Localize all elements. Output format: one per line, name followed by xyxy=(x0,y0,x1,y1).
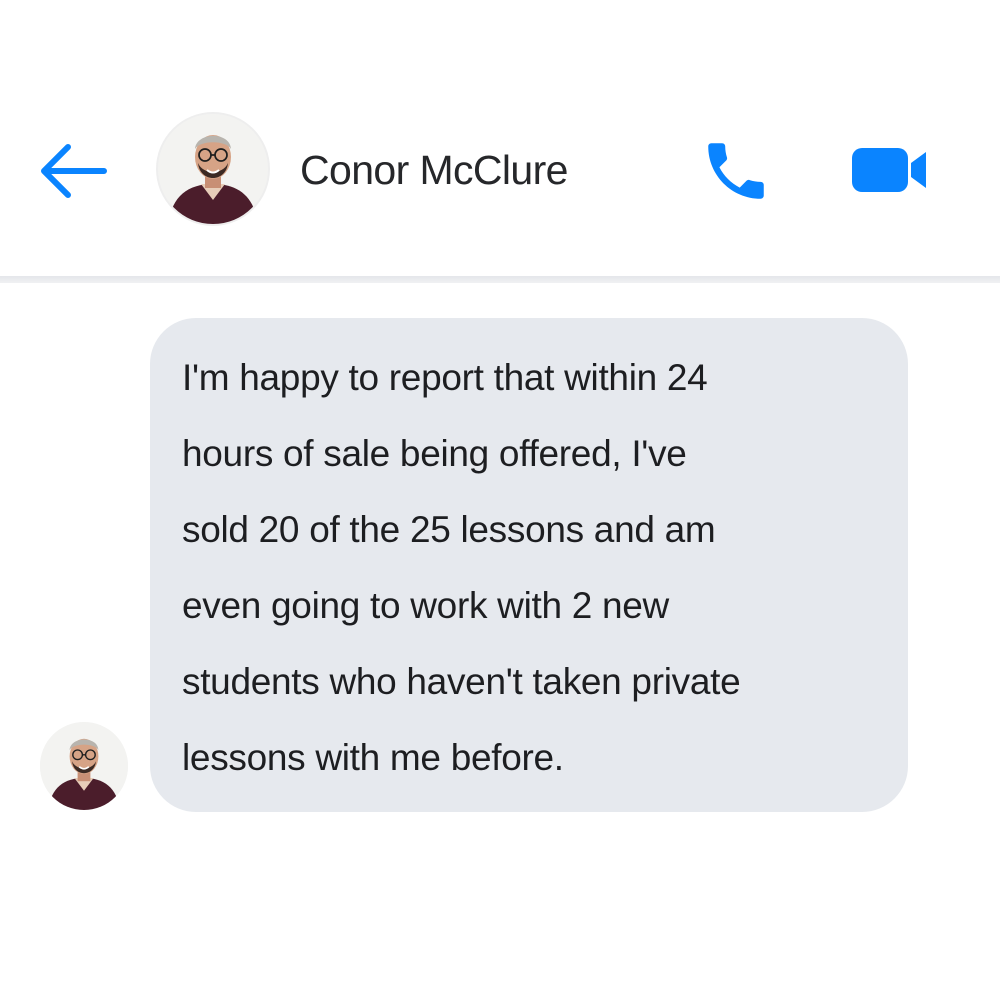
message-line: hours of sale being offered, I've xyxy=(182,433,687,474)
avatar-portrait xyxy=(40,722,128,810)
contact-avatar[interactable] xyxy=(158,114,268,224)
message-line: students who haven't taken private xyxy=(182,661,741,702)
back-arrow-icon xyxy=(41,144,107,198)
back-button[interactable] xyxy=(34,138,110,204)
phone-icon xyxy=(708,143,764,199)
message-line: sold 20 of the 25 lessons and am xyxy=(182,509,716,550)
message-line: even going to work with 2 new xyxy=(182,585,669,626)
message-sender-avatar[interactable] xyxy=(40,722,128,810)
contact-name[interactable]: Conor McClure xyxy=(300,146,568,194)
chat-header: Conor McClure xyxy=(0,0,1000,278)
message-line: I'm happy to report that within 24 xyxy=(182,357,708,398)
video-call-button[interactable] xyxy=(844,138,932,202)
header-divider xyxy=(0,276,1000,283)
avatar-portrait xyxy=(158,114,268,224)
message-line: lessons with me before. xyxy=(182,737,564,778)
video-camera-icon xyxy=(852,148,926,192)
message-text: I'm happy to report that within 24 hours… xyxy=(182,340,872,796)
call-button[interactable] xyxy=(698,134,774,208)
